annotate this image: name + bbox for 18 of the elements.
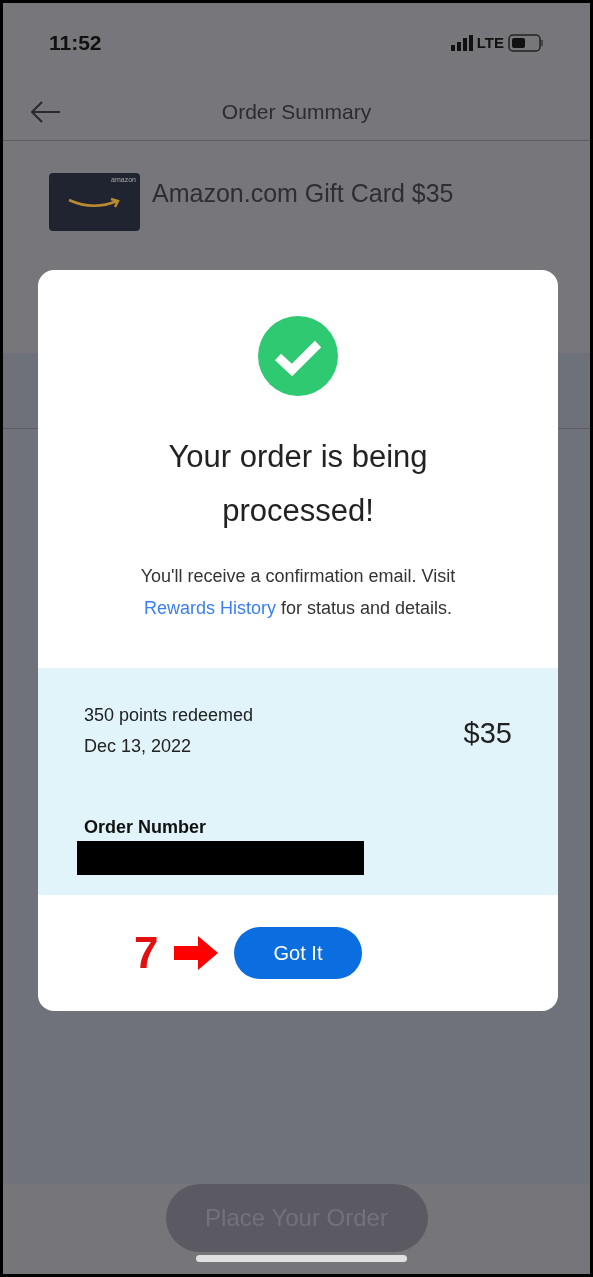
product-name: Amazon.com Gift Card $35 (152, 178, 454, 209)
screen-title: Order Summary (221, 98, 372, 125)
got-it-button[interactable]: Got It (234, 927, 362, 979)
success-check-icon (258, 316, 338, 396)
status-time: 11:52 (49, 30, 102, 57)
points-redeemed: 350 points redeemed (84, 704, 254, 727)
signal-icon (450, 35, 473, 51)
rewards-history-link[interactable]: Rewards History (143, 598, 276, 618)
order-number-label: Order Number (84, 816, 208, 839)
battery-icon (508, 34, 544, 52)
order-date: Dec 13, 2022 (84, 735, 193, 758)
back-arrow-icon[interactable] (31, 100, 61, 123)
step-number: 7 (134, 927, 159, 979)
dialog-title: Your order is being processed! (167, 438, 429, 530)
right-arrow-icon (174, 936, 219, 970)
order-amount: $35 (463, 716, 512, 751)
dialog-message: You'll receive a confirmation email. Visit Rewards History for status and details. (139, 565, 457, 620)
network-label: LTE (476, 32, 504, 53)
